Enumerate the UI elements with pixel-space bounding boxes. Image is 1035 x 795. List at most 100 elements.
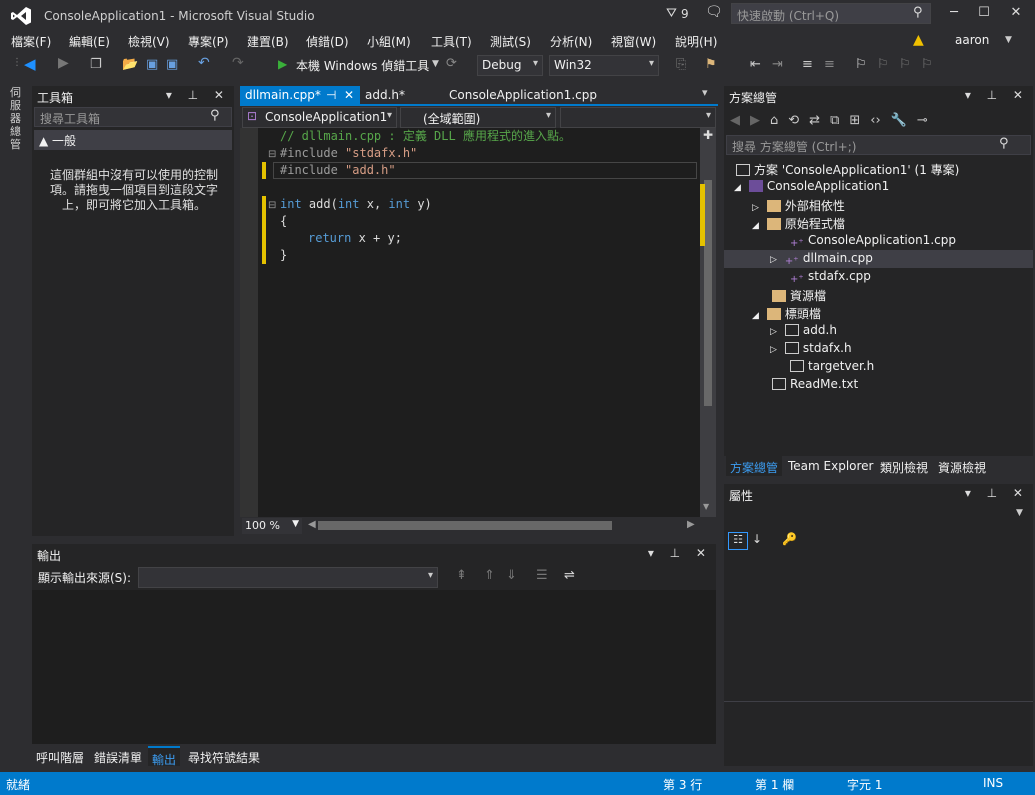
menu-edit[interactable]: 編輯(E) [69, 33, 110, 50]
solution-pane-buttons[interactable]: ▾ ⊥ ✕ [965, 88, 1029, 102]
horizontal-scrollbar-thumb[interactable] [318, 521, 612, 530]
redo-icon[interactable]: ↷ [232, 55, 248, 71]
tab-call-hierarchy[interactable]: 呼叫階層 [32, 746, 88, 766]
next-message-icon[interactable]: ⇓ [506, 568, 517, 583]
save-all-icon[interactable]: ▣ [166, 57, 182, 73]
sync-icon[interactable]: ⇄ [809, 113, 820, 128]
property-pages-icon[interactable]: 🔑 [782, 532, 797, 546]
menu-test[interactable]: 測試(S) [490, 33, 531, 50]
run-target-label[interactable]: 本機 Windows 偵錯工具 [296, 57, 429, 74]
collapse-icon[interactable]: ⊟ [268, 200, 276, 211]
menu-window[interactable]: 視窗(W) [611, 33, 656, 50]
forward-icon[interactable]: ▶ [58, 55, 74, 71]
toolbox-group-general[interactable]: ▲ 一般 [34, 130, 232, 150]
code-editor[interactable]: ⊟ ⊟ // dllmain.cpp : 定義 DLL 應用程式的進入點。 #i… [240, 128, 716, 517]
toolbox-pane-buttons[interactable]: ▾ ⊥ ✕ [166, 88, 230, 102]
solution-platform-select[interactable]: Win32 [549, 55, 659, 76]
quick-launch-input[interactable]: 快速啟動 (Ctrl+Q) [731, 3, 931, 24]
output-text-area[interactable] [32, 590, 716, 744]
server-explorer-strip[interactable]: 伺服器總管 [0, 80, 30, 770]
close-button[interactable]: ✕ [1006, 5, 1026, 23]
minimize-button[interactable]: ─ [944, 5, 964, 23]
tree-header-files[interactable]: ◢ 標頭檔 [752, 305, 821, 323]
prev-message-icon[interactable]: ⇑ [484, 568, 495, 583]
tab-overflow-icon[interactable]: ▾ [702, 86, 708, 99]
scroll-left-icon[interactable]: ◀ [308, 519, 316, 530]
menu-analyze[interactable]: 分析(N) [550, 33, 592, 50]
tab-consoleapplication1-cpp[interactable]: ConsoleApplication1.cpp [444, 86, 602, 106]
output-pane-buttons[interactable]: ▾ ⊥ ✕ [648, 546, 712, 560]
tree-file-stdafx-cpp[interactable]: +⁺ stdafx.cpp [790, 269, 871, 287]
tab-team-explorer[interactable]: Team Explorer [784, 456, 878, 476]
word-wrap-icon[interactable]: ⇌ [564, 568, 575, 583]
tab-add-h[interactable]: add.h* [360, 86, 410, 106]
tree-solution[interactable]: 方案 'ConsoleApplication1' (1 專案) [736, 161, 959, 179]
outdent-icon[interactable]: ⇥ [772, 57, 788, 73]
tree-project[interactable]: ◢ ConsoleApplication1 [734, 179, 889, 197]
forward-icon[interactable]: ▶ [750, 113, 760, 128]
uncomment-icon[interactable]: ≡ [824, 57, 840, 73]
comment-icon[interactable]: ≡ [802, 57, 818, 73]
back-icon[interactable]: ◀ [730, 113, 740, 128]
split-icon[interactable]: ✚ [703, 128, 713, 142]
home-icon[interactable]: ⌂ [770, 113, 778, 128]
tree-file-dllmain-cpp[interactable]: ▷ +⁺ dllmain.cpp [770, 251, 873, 269]
code-view-icon[interactable]: ‹› [870, 113, 880, 128]
close-tab-icon[interactable]: ✕ [344, 88, 354, 102]
maximize-button[interactable]: ☐ [974, 5, 994, 23]
alphabetical-icon[interactable]: ↓ [752, 532, 762, 546]
refresh-icon[interactable]: ⟳ [446, 56, 462, 72]
menu-file[interactable]: 檔案(F) [11, 33, 51, 50]
tab-dllmain[interactable]: dllmain.cpp* ⊣ ✕ [240, 86, 360, 106]
bookmark-folder-icon[interactable]: ⚑ [705, 57, 721, 73]
indent-icon[interactable]: ⇤ [750, 57, 766, 73]
project-dropdown[interactable]: ConsoleApplication1 [242, 107, 397, 128]
output-source-select[interactable] [138, 567, 438, 588]
tab-find-symbol-results[interactable]: 尋找符號結果 [184, 746, 264, 766]
pin-icon[interactable]: ⊣ [326, 88, 336, 102]
properties-icon[interactable]: ⊞ [849, 113, 860, 128]
history-icon[interactable]: ⟲ [788, 113, 799, 128]
menu-tools[interactable]: 工具(T) [431, 33, 472, 50]
collapse-icon[interactable]: ⊟ [268, 149, 276, 160]
tab-class-view[interactable]: 類別檢視 [876, 456, 932, 476]
properties-object-dropdown-icon[interactable]: ▼ [1016, 508, 1023, 518]
save-icon[interactable]: ▣ [146, 57, 162, 73]
back-icon[interactable]: ◀ [24, 55, 40, 73]
pin-icon[interactable]: ⊸ [917, 113, 928, 128]
wrench-icon[interactable]: 🔧 [891, 113, 907, 128]
notification-flag-icon[interactable]: ⛛ [666, 6, 677, 21]
tab-resource-view[interactable]: 資源檢視 [934, 456, 990, 476]
tab-solution-explorer[interactable]: 方案總管 [726, 456, 783, 476]
properties-pane-buttons[interactable]: ▾ ⊥ ✕ [965, 486, 1029, 500]
user-name[interactable]: aaron [955, 33, 989, 47]
tree-file-targetver-h[interactable]: targetver.h [790, 359, 874, 377]
zoom-select[interactable]: 100 % ▼ [242, 518, 302, 534]
menu-team[interactable]: 小組(M) [367, 33, 411, 50]
bookmark-icon[interactable]: ⚐ [855, 57, 871, 73]
warning-icon[interactable]: ▲ [913, 32, 924, 48]
feedback-icon[interactable]: 🗨 [705, 4, 723, 20]
menu-build[interactable]: 建置(B) [247, 33, 289, 50]
tab-error-list[interactable]: 錯誤清單 [90, 746, 146, 766]
tree-file-consoleapplication1-cpp[interactable]: +⁺ ConsoleApplication1.cpp [790, 233, 956, 251]
next-bookmark-icon[interactable]: ⚐ [899, 57, 915, 73]
find-in-files-icon[interactable]: ⎘ [676, 57, 692, 73]
server-explorer-tab[interactable]: 伺服器總管 [10, 86, 24, 151]
scroll-down-icon[interactable]: ▼ [703, 502, 709, 511]
tree-external-dependencies[interactable]: ▷ 外部相依性 [752, 197, 845, 215]
scroll-right-icon[interactable]: ▶ [687, 519, 695, 530]
open-file-icon[interactable]: 📂 [122, 57, 138, 73]
undo-icon[interactable]: ↶ [198, 55, 214, 71]
scrollbar-thumb[interactable] [704, 180, 712, 406]
member-dropdown[interactable] [560, 107, 716, 128]
user-dropdown-icon[interactable]: ▼ [1005, 35, 1012, 45]
collapse-all-icon[interactable]: ⧉ [830, 113, 839, 128]
tree-resource-files[interactable]: 資源檔 [772, 287, 826, 305]
scope-dropdown[interactable]: (全域範圍) [400, 107, 556, 128]
clear-all-icon[interactable]: ☰ [536, 568, 548, 583]
clear-bookmarks-icon[interactable]: ⚐ [921, 57, 937, 73]
editor-vertical-scrollbar[interactable]: ✚ ▼ [700, 128, 716, 517]
properties-grid[interactable] [724, 554, 1033, 702]
menu-project[interactable]: 專案(P) [188, 33, 229, 50]
